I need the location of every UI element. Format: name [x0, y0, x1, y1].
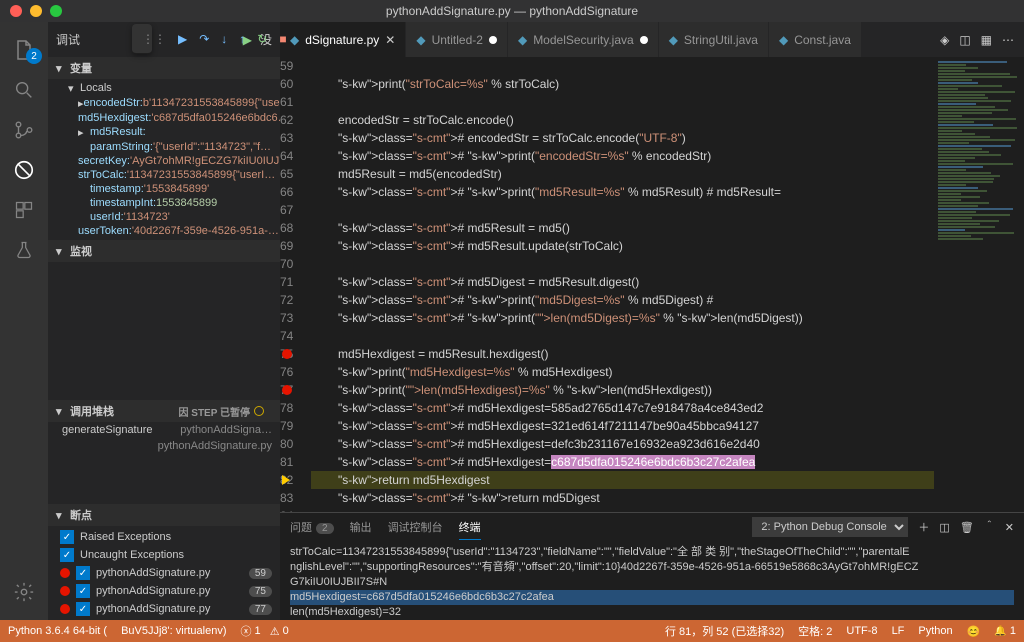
variable-row[interactable]: timestampInt: 1553845899 [48, 196, 280, 210]
editor-tab[interactable]: ◆Const.java [769, 22, 862, 57]
terminal-tab[interactable]: 终端 [459, 515, 481, 540]
pause-indicator-icon [254, 406, 264, 416]
minimize-window[interactable] [30, 5, 42, 17]
maximize-panel-icon[interactable]: ＾ [984, 519, 995, 535]
variable-row[interactable]: userToken: '40d2267f-359e-4526-951a-… [48, 224, 280, 238]
problems-tab[interactable]: 问题2 [290, 515, 334, 539]
test-icon[interactable] [0, 230, 48, 270]
editor-tab[interactable]: ◆StringUtil.java [659, 22, 769, 57]
status-bar: Python 3.6.4 64-bit ( BuV5JJj8': virtual… [0, 620, 1024, 642]
variables-section[interactable]: ▾变量 [48, 57, 280, 79]
debug-console-tab[interactable]: 调试控制台 [388, 515, 443, 539]
extensions-icon[interactable] [0, 190, 48, 230]
variable-row[interactable]: ▸encodedStr: b'11347231553845899{"use… [48, 96, 280, 111]
editor-tab[interactable]: ◆ModelSecurity.java [508, 22, 659, 57]
split-icon[interactable]: ◫ [959, 33, 970, 47]
locals-scope[interactable]: ▾Locals [48, 81, 280, 96]
editor-actions: ◈ ◫ ▦ ⋯ [930, 22, 1024, 57]
variable-row[interactable]: md5Hexdigest: 'c687d5dfa015246e6bdc6… [48, 111, 280, 125]
python-interpreter[interactable]: Python 3.6.4 64-bit ( [8, 625, 107, 637]
editor-tabs: ◆dSignature.py✕◆Untitled-2◆ModelSecurity… [280, 22, 930, 57]
breakpoint-item[interactable]: ✓pythonAddSignature.py77 [48, 600, 280, 618]
eol-status[interactable]: LF [892, 625, 905, 637]
callstack-section[interactable]: ▾调用堆栈 因 STEP 已暂停 [48, 400, 280, 422]
watch-section[interactable]: ▾监视 [48, 240, 280, 262]
search-icon[interactable] [0, 70, 48, 110]
raised-exceptions-checkbox[interactable]: ✓Raised Exceptions [48, 528, 280, 546]
variable-row[interactable]: strToCalc: '11347231553845899{"userI… [48, 168, 280, 182]
indentation-status[interactable]: 空格: 2 [798, 623, 832, 639]
problems-status[interactable]: ⓧ 1 ⚠ 0 [241, 623, 289, 639]
window-title: pythonAddSignature.py — pythonAddSignatu… [386, 4, 638, 18]
language-status[interactable]: Python [918, 625, 952, 637]
breakpoint-item[interactable]: ✓pythonAddSignature.py59 [48, 564, 280, 582]
split-terminal-icon[interactable]: ◫ [939, 521, 949, 534]
scm-icon[interactable] [0, 110, 48, 150]
new-terminal-icon[interactable]: ＋ [918, 519, 929, 535]
feedback-icon[interactable]: 😊 [967, 625, 981, 638]
kill-terminal-icon[interactable]: 🗑 [960, 521, 974, 534]
virtualenv-status[interactable]: BuV5JJj8': virtualenv) [121, 625, 226, 637]
editor-area: ⋮⋮ ▶ ↷ ↓ ↑ ↻ ■ ◆dSignature.py✕◆Untitled-… [280, 22, 1024, 620]
explorer-badge: 2 [26, 48, 42, 64]
cursor-position[interactable]: 行 81，列 52 (已选择32) [665, 623, 784, 639]
terminal-output[interactable]: strToCalc=11347231553845899{"userId":"11… [280, 541, 1024, 620]
traffic-lights [0, 5, 62, 17]
more-icon[interactable]: ⋯ [1002, 33, 1014, 47]
close-window[interactable] [10, 5, 22, 17]
terminal-selector[interactable]: 2: Python Debug Console [752, 517, 908, 537]
stop-icon[interactable]: ■ [280, 32, 287, 46]
dirty-indicator-icon [489, 36, 497, 44]
debug-sidebar: 调试 ▶ 没 ▾变量 ▾Locals ▸encodedStr: b'113472… [48, 22, 280, 620]
maximize-window[interactable] [50, 5, 62, 17]
editor-tab[interactable]: ◆dSignature.py✕ [280, 22, 406, 57]
variable-row[interactable]: secretKey: 'AyGt7ohMR!gECZG7kiIU0IUJ… [48, 154, 280, 168]
variable-row[interactable]: userId: '1134723' [48, 210, 280, 224]
activity-bar: 2 [0, 22, 48, 620]
variable-row[interactable]: timestamp: '1553845899' [48, 182, 280, 196]
breakpoint-item[interactable]: ✓pythonAddSignature.py75 [48, 582, 280, 600]
debug-icon[interactable] [0, 150, 48, 190]
output-tab[interactable]: 输出 [350, 515, 372, 539]
editor-tab[interactable]: ◆Untitled-2 [406, 22, 508, 57]
dirty-indicator-icon [640, 36, 648, 44]
encoding-status[interactable]: UTF-8 [846, 625, 877, 637]
callstack-frame[interactable]: generateSignaturepythonAddSigna… [48, 422, 280, 438]
bottom-panel: 问题2 输出 调试控制台 终端 2: Python Debug Console … [280, 512, 1024, 620]
settings-gear-icon[interactable] [0, 572, 48, 612]
code-editor[interactable]: 5960616263646566676869707172737475767778… [280, 57, 934, 512]
title-bar: pythonAddSignature.py — pythonAddSignatu… [0, 0, 1024, 22]
callstack-frame[interactable]: pythonAddSignature.py [48, 438, 280, 454]
breakpoints-section[interactable]: ▾断点 [48, 504, 280, 526]
close-tab-icon[interactable]: ✕ [385, 33, 395, 47]
minimap[interactable] [934, 57, 1024, 512]
explorer-icon[interactable]: 2 [0, 30, 48, 70]
debug-title: 调试 [56, 31, 80, 48]
uncaught-exceptions-checkbox[interactable]: ✓Uncaught Exceptions [48, 546, 280, 564]
compare-icon[interactable]: ◈ [940, 33, 949, 47]
layout-icon[interactable]: ▦ [981, 33, 992, 47]
variable-row[interactable]: ▸md5Result: [48, 125, 280, 140]
notifications-icon[interactable]: 1 [994, 625, 1016, 637]
close-panel-icon[interactable]: ✕ [1005, 521, 1014, 534]
variable-row[interactable]: paramString: '{"userId":"1134723","f… [48, 140, 280, 154]
